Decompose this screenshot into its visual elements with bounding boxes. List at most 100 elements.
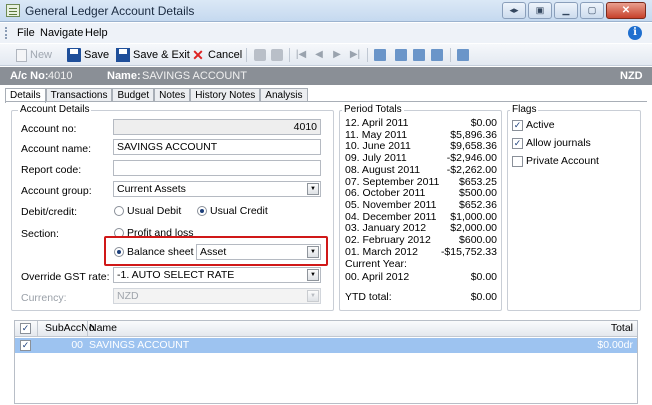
- table-row[interactable]: ✓ 00 SAVINGS ACCOUNT $0.00dr: [15, 338, 637, 353]
- chevron-down-icon[interactable]: ▼: [307, 290, 319, 302]
- override-gst-select[interactable]: -1. AUTO SELECT RATE ▼: [113, 267, 321, 283]
- window-controls: ◂▸ ▣ ▁ ▢ ✕: [502, 2, 646, 19]
- tab-analysis[interactable]: Analysis: [260, 88, 308, 102]
- period-amount: $600.00: [459, 234, 497, 246]
- document-icon[interactable]: [395, 49, 407, 61]
- name-header[interactable]: Name: [89, 322, 117, 334]
- allow-journals-checkbox[interactable]: ✓ Allow journals: [512, 137, 591, 149]
- name-value: SAVINGS ACCOUNT: [142, 70, 247, 82]
- restore-arrows-icon[interactable]: ◂▸: [502, 2, 526, 19]
- checkbox-checked-icon: ✓: [512, 137, 523, 149]
- title-bar: General Ledger Account Details ◂▸ ▣ ▁ ▢ …: [0, 0, 652, 22]
- total-header[interactable]: Total: [611, 322, 633, 334]
- menu-help[interactable]: Help: [85, 27, 108, 39]
- folder-icon[interactable]: [413, 49, 425, 61]
- period-name: 12. April 2011: [345, 117, 409, 129]
- menu-file[interactable]: File: [17, 27, 35, 39]
- period-amount: $5,896.36: [450, 128, 497, 141]
- name-cell: SAVINGS ACCOUNT: [89, 339, 190, 351]
- toolbar: New Save Save & Exit ✕ Cancel |◀ ◀ ▶ ▶|: [0, 44, 652, 66]
- account-group-select[interactable]: Current Assets ▼: [113, 181, 321, 197]
- period-row: 02. February 2012 $600.00: [345, 234, 497, 246]
- maximize-button[interactable]: ▢: [580, 2, 604, 19]
- row-checkbox[interactable]: ✓: [20, 340, 31, 351]
- cancel-button[interactable]: ✕ Cancel: [191, 47, 242, 63]
- period-name: 11. May 2011: [345, 128, 408, 141]
- save-exit-button[interactable]: Save & Exit: [116, 47, 190, 63]
- period-amount: $9,658.36: [450, 140, 497, 153]
- checkbox-checked-icon: ✓: [512, 119, 523, 131]
- chevron-down-icon[interactable]: ▼: [307, 269, 319, 281]
- minimize-button[interactable]: ▁: [554, 2, 578, 19]
- report-code-label: Report code:: [21, 164, 82, 176]
- view-list-icon[interactable]: [457, 49, 469, 61]
- current-period-amount: $0.00: [470, 271, 497, 283]
- save-button[interactable]: Save: [67, 47, 109, 63]
- active-checkbox[interactable]: ✓ Active: [512, 119, 555, 131]
- period-row: 10. June 2011 $9,658.36: [345, 140, 497, 152]
- account-name-field[interactable]: SAVINGS ACCOUNT: [113, 139, 321, 155]
- flags-title: Flags: [510, 104, 539, 115]
- current-period-name: 00. April 2012: [345, 271, 410, 283]
- delete-trash-icon[interactable]: [254, 49, 266, 61]
- override-gst-label: Override GST rate:: [21, 271, 110, 283]
- copy-icon[interactable]: [374, 49, 386, 61]
- total-cell: $0.00dr: [597, 339, 633, 351]
- toolbar-separator: [450, 48, 451, 62]
- chevron-down-icon[interactable]: ▼: [307, 183, 319, 195]
- tab-notes[interactable]: Notes: [154, 88, 191, 102]
- balance-sheet-type-value: Asset: [200, 246, 227, 258]
- currency-select[interactable]: NZD ▼: [113, 288, 321, 304]
- balance-sheet-radio[interactable]: Balance sheet: [114, 246, 194, 258]
- period-amount: -$2,946.00: [446, 152, 497, 165]
- save-button-label: Save: [84, 49, 110, 61]
- section-label: Section:: [21, 228, 59, 240]
- previous-record-icon[interactable]: ◀: [313, 49, 325, 61]
- report-code-field[interactable]: [113, 160, 321, 176]
- period-amount: $500.00: [459, 187, 497, 200]
- tab-budget[interactable]: Budget: [112, 88, 155, 102]
- print-icon[interactable]: [271, 49, 283, 61]
- name-label: Name:: [107, 70, 141, 82]
- period-row: 05. November 2011 $652.36: [345, 199, 497, 211]
- grid-column-divider: [87, 321, 88, 337]
- usual-credit-radio[interactable]: Usual Credit: [197, 205, 268, 217]
- new-button-label: New: [30, 49, 53, 61]
- period-amount: $2,000.00: [450, 222, 497, 235]
- info-icon[interactable]: i: [628, 26, 642, 40]
- save-exit-button-label: Save & Exit: [133, 49, 190, 61]
- close-button[interactable]: ✕: [606, 2, 646, 19]
- account-group-value: Current Assets: [117, 183, 186, 195]
- ytd-total-value: $0.00: [470, 291, 497, 303]
- window-layout-icon[interactable]: ▣: [528, 2, 552, 19]
- current-period-row: 00. April 2012 $0.00: [345, 271, 497, 283]
- radio-icon: [114, 206, 124, 216]
- first-record-icon[interactable]: |◀: [295, 49, 307, 61]
- balance-sheet-type-select[interactable]: Asset ▼: [196, 244, 321, 260]
- menu-navigate[interactable]: Navigate: [40, 27, 83, 39]
- account-no-label: Account no:: [21, 123, 77, 135]
- window-title: General Ledger Account Details: [25, 4, 195, 18]
- chevron-down-icon[interactable]: ▼: [307, 246, 319, 258]
- account-no-field[interactable]: 4010: [113, 119, 321, 135]
- select-all-checkbox[interactable]: ✓: [20, 323, 31, 334]
- period-row: 07. September 2011 $653.25: [345, 176, 497, 188]
- currency-code: NZD: [620, 70, 643, 82]
- period-amount: -$2,262.00: [446, 163, 497, 176]
- tab-history-notes[interactable]: History Notes: [190, 88, 261, 102]
- period-row: 12. April 2011 $0.00: [345, 117, 497, 129]
- usual-debit-label: Usual Debit: [127, 205, 182, 217]
- currency-value: NZD: [117, 290, 139, 302]
- current-year-label: Current Year:: [345, 258, 407, 270]
- usual-debit-radio[interactable]: Usual Debit: [114, 205, 181, 217]
- new-button[interactable]: New: [16, 47, 52, 63]
- last-record-icon[interactable]: ▶|: [349, 49, 361, 61]
- private-account-checkbox[interactable]: Private Account: [512, 155, 599, 167]
- account-header-bar: A/c No: 4010 Name: SAVINGS ACCOUNT NZD: [0, 67, 652, 85]
- period-row: 04. December 2011 $1,000.00: [345, 211, 497, 223]
- tab-strip: Details Transactions Budget Notes Histor…: [5, 88, 308, 103]
- attachment-icon[interactable]: [431, 49, 443, 61]
- next-record-icon[interactable]: ▶: [331, 49, 343, 61]
- tab-transactions[interactable]: Transactions: [45, 88, 113, 102]
- period-amount: $652.36: [459, 198, 497, 211]
